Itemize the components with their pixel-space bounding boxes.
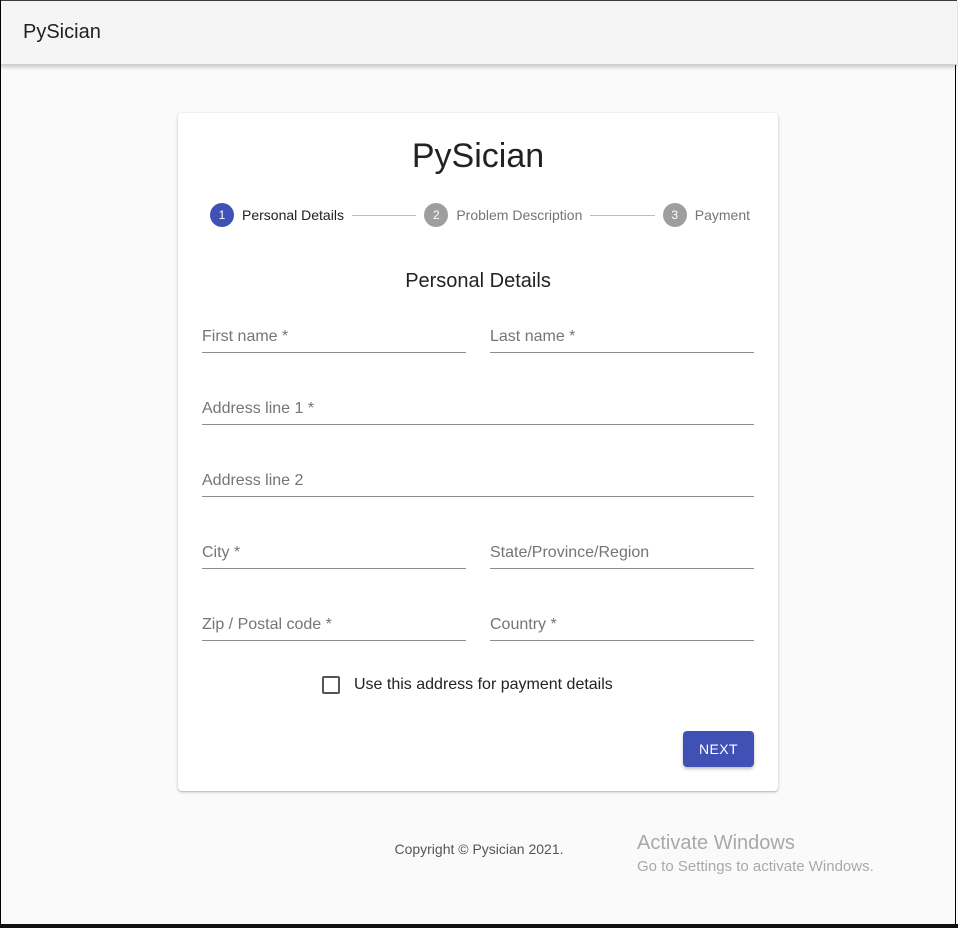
zip-label: Zip / Postal code * <box>202 616 332 633</box>
step-problem-description[interactable]: 2 Problem Description <box>424 203 582 227</box>
country-field[interactable]: Country * <box>490 610 754 641</box>
payment-address-checkbox-label[interactable]: Use this address for payment details <box>354 676 613 694</box>
payment-address-checkbox[interactable] <box>322 676 340 694</box>
step-2-icon: 2 <box>424 203 449 227</box>
first-name-label: First name * <box>202 328 289 345</box>
watermark-title: Activate Windows <box>637 832 795 854</box>
step-connector <box>590 214 655 216</box>
section-title: Personal Details <box>405 270 551 292</box>
stepper: 1 Personal Details 2 Problem Description… <box>210 203 750 227</box>
zip-field[interactable]: Zip / Postal code * <box>202 610 466 641</box>
app-bar: PySician <box>1 0 957 65</box>
step-personal-details[interactable]: 1 Personal Details <box>210 203 344 227</box>
state-field[interactable]: State/Province/Region <box>490 538 754 569</box>
next-button[interactable]: Next <box>683 731 754 767</box>
country-label: Country * <box>490 616 557 633</box>
state-label: State/Province/Region <box>490 544 650 561</box>
last-name-field[interactable]: Last name * <box>490 322 754 353</box>
address-line-2-field[interactable]: Address line 2 <box>202 466 754 497</box>
app-title: PySician <box>23 21 101 43</box>
last-name-label: Last name * <box>490 328 576 345</box>
step-3-icon: 3 <box>662 203 687 227</box>
address-line-1-label: Address line 1 * <box>202 400 315 417</box>
step-payment[interactable]: 3 Payment <box>662 203 750 227</box>
step-1-icon: 1 <box>210 203 234 227</box>
step-3-label: Payment <box>694 207 750 223</box>
city-label: City * <box>202 544 241 561</box>
step-1-label: Personal Details <box>242 207 344 223</box>
address-line-2-label: Address line 2 <box>202 472 304 489</box>
taskbar-edge <box>0 924 958 928</box>
activate-windows-watermark: Activate Windows Go to Settings to activ… <box>637 832 874 875</box>
form-card: PySician 1 Personal Details 2 Problem De… <box>178 113 778 791</box>
payment-address-checkbox-row[interactable]: Use this address for payment details <box>322 676 613 694</box>
first-name-field[interactable]: First name * <box>202 322 466 353</box>
card-title: PySician <box>411 137 545 175</box>
address-line-1-field[interactable]: Address line 1 * <box>202 394 754 425</box>
city-field[interactable]: City * <box>202 538 466 569</box>
watermark-subtitle: Go to Settings to activate Windows. <box>637 858 874 875</box>
step-connector <box>351 214 417 216</box>
step-2-label: Problem Description <box>456 207 583 223</box>
